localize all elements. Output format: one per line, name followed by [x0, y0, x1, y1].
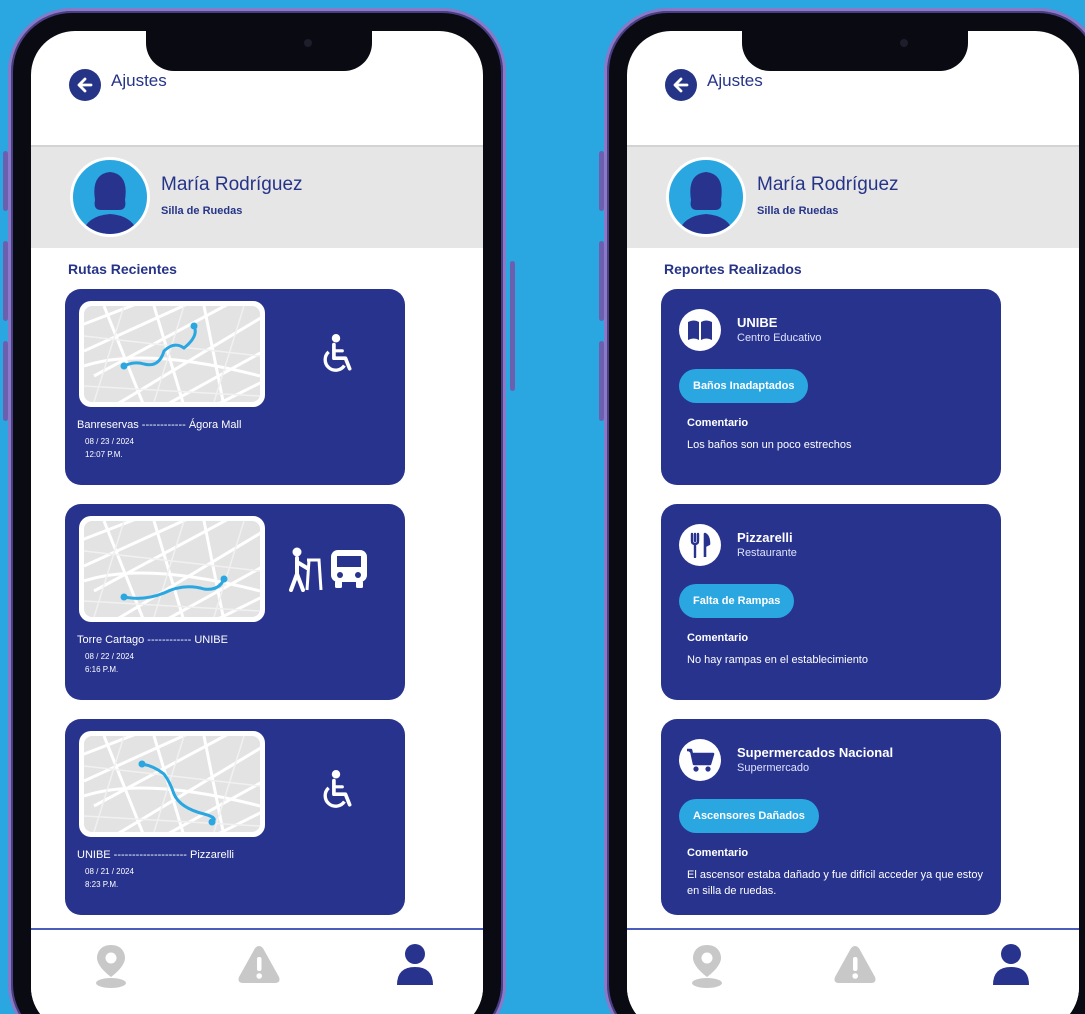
report-card[interactable]: Supermercados Nacional Supermercado Asce… — [661, 719, 1001, 915]
route-text: UNIBE -------------------- Pizzarelli — [77, 849, 235, 861]
report-place-type: Restaurante — [737, 547, 797, 559]
side-button — [599, 241, 604, 321]
side-button — [510, 261, 515, 391]
side-button — [3, 341, 8, 421]
profile-name: María Rodríguez — [757, 174, 899, 195]
bottom-nav — [627, 928, 1079, 1014]
fork-knife-icon — [679, 524, 721, 566]
bottom-nav — [31, 928, 483, 1014]
route-date: 08 / 22 / 2024 — [85, 652, 134, 661]
page-title: Ajustes — [707, 71, 763, 90]
comment-text: El ascensor estaba dañado y fue difícil … — [687, 869, 983, 897]
side-button — [599, 151, 604, 211]
section-title: Reportes Realizados — [664, 261, 802, 277]
side-button — [3, 241, 8, 321]
route-text: Banreservas ------------ Ágora Mall — [77, 419, 242, 431]
report-card[interactable]: Pizzarelli Restaurante Falta de Rampas C… — [661, 504, 1001, 700]
report-place-type: Centro Educativo — [737, 332, 822, 344]
route-time: 6:16 P.M. — [85, 665, 119, 674]
profile-header: María Rodríguez Silla de Ruedas — [31, 145, 483, 248]
user-icon[interactable] — [991, 943, 1031, 987]
page-title: Ajustes — [111, 71, 167, 90]
comment-text: Los baños son un poco estrechos — [687, 439, 852, 451]
bus-icon — [331, 550, 367, 588]
route-date: 08 / 23 / 2024 — [85, 437, 134, 446]
notch — [742, 31, 968, 71]
route-map — [79, 301, 265, 407]
wheelchair-icon — [315, 769, 357, 811]
user-avatar-icon — [70, 157, 150, 237]
screen-reports: Ajustes María Rodríguez Silla de Ruedas … — [627, 31, 1079, 1014]
report-place: UNIBE — [737, 315, 778, 330]
route-text: Torre Cartago ------------ UNIBE — [77, 634, 228, 646]
phone-left: Ajustes María Rodríguez Silla de Ruedas … — [3, 8, 515, 1014]
shopping-cart-icon — [679, 739, 721, 781]
route-time: 12:07 P.M. — [85, 450, 123, 459]
notch — [146, 31, 372, 71]
comment-label: Comentario — [687, 632, 749, 644]
map-pin-icon[interactable] — [689, 943, 725, 989]
comment-label: Comentario — [687, 417, 749, 429]
report-place: Supermercados Nacional — [737, 745, 894, 760]
book-icon — [679, 309, 721, 351]
camera-icon — [304, 39, 312, 47]
comment-label: Comentario — [687, 847, 749, 859]
report-place: Pizzarelli — [737, 530, 793, 545]
route-card[interactable]: Torre Cartago ------------ UNIBE 08 / 22… — [65, 504, 405, 700]
arrow-left-icon[interactable] — [69, 69, 101, 101]
warning-icon[interactable] — [833, 943, 877, 985]
screen-routes: Ajustes María Rodríguez Silla de Ruedas … — [31, 31, 483, 1014]
report-tag[interactable]: Baños Inadaptados — [679, 369, 809, 403]
comment-text: No hay rampas en el establecimiento — [687, 654, 868, 666]
arrow-left-icon[interactable] — [665, 69, 697, 101]
wheelchair-icon — [315, 333, 357, 375]
side-button — [3, 151, 8, 211]
side-button — [599, 341, 604, 421]
section-title: Rutas Recientes — [68, 261, 177, 277]
report-card[interactable]: UNIBE Centro Educativo Baños Inadaptados… — [661, 289, 1001, 485]
warning-icon[interactable] — [237, 943, 281, 985]
report-place-type: Supermercado — [737, 762, 810, 774]
profile-header: María Rodríguez Silla de Ruedas — [627, 145, 1079, 248]
profile-name: María Rodríguez — [161, 174, 303, 195]
route-map — [79, 731, 265, 837]
profile-subtitle: Silla de Ruedas — [757, 205, 839, 217]
route-time: 8:23 P.M. — [85, 880, 119, 889]
route-card[interactable]: UNIBE -------------------- Pizzarelli 08… — [65, 719, 405, 915]
walker-icon — [289, 547, 323, 592]
report-tag[interactable]: Ascensores Dañados — [679, 799, 819, 833]
report-tag[interactable]: Falta de Rampas — [679, 584, 795, 618]
map-pin-icon[interactable] — [93, 943, 129, 989]
profile-subtitle: Silla de Ruedas — [161, 205, 243, 217]
user-icon[interactable] — [395, 943, 435, 987]
route-card[interactable]: Banreservas ------------ Ágora Mall 08 /… — [65, 289, 405, 485]
phone-right: Ajustes María Rodríguez Silla de Ruedas … — [599, 8, 1085, 1014]
user-avatar-icon — [666, 157, 746, 237]
route-map — [79, 516, 265, 622]
camera-icon — [900, 39, 908, 47]
route-date: 08 / 21 / 2024 — [85, 867, 134, 876]
